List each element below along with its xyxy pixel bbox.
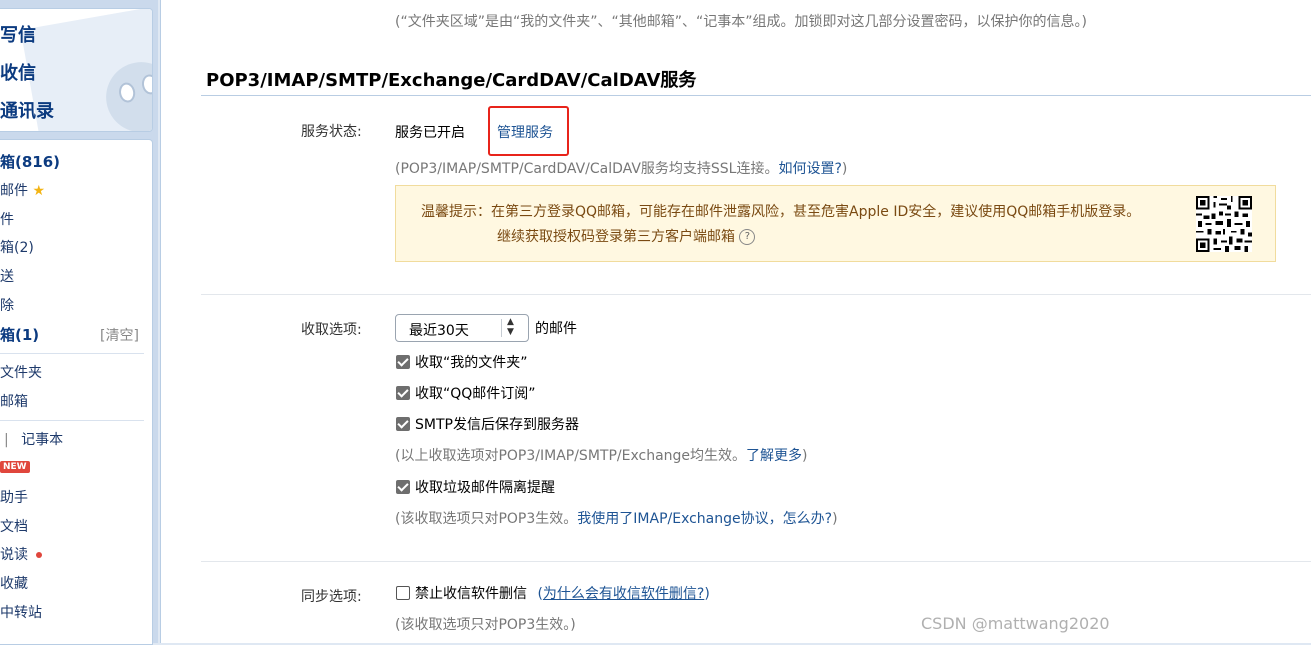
spam-reminder-checkbox[interactable] xyxy=(396,480,410,494)
qr-code-icon xyxy=(1196,196,1252,252)
folder-trash[interactable]: 箱(1) xyxy=(0,324,39,345)
folder-docs[interactable]: 文档 xyxy=(0,516,28,536)
penguin-eye xyxy=(140,73,152,96)
service-status-value: 服务已开启 xyxy=(395,125,465,141)
penguin-face xyxy=(100,56,152,131)
penguin-eye xyxy=(117,81,137,104)
new-badge: NEW xyxy=(0,461,30,473)
folder-deleted[interactable]: 除 xyxy=(0,295,14,315)
no-delete-option-label[interactable]: 禁止收信软件删信 xyxy=(415,586,527,602)
folder-transfer[interactable]: 中转站 xyxy=(0,602,42,622)
subscriptions-checkbox[interactable] xyxy=(396,386,410,400)
folder-sent[interactable]: 送 xyxy=(0,266,14,286)
tip-line-2-row: 继续获取授权码登录第三方客户端邮箱 ? xyxy=(421,225,1140,250)
compose-link[interactable]: 写信 xyxy=(0,21,36,47)
receive-link[interactable]: 收信 xyxy=(0,59,36,85)
folder-inbox[interactable]: 箱(816) xyxy=(0,151,60,172)
no-delete-option: 禁止收信软件删信 (为什么会有收信软件删信?) xyxy=(415,583,710,603)
folder-assistant[interactable]: 助手 xyxy=(0,487,28,507)
smtp-save-option-label[interactable]: SMTP发信后保存到服务器 xyxy=(415,414,579,434)
imap-exchange-help-link[interactable]: 我使用了IMAP/Exchange协议，怎么办? xyxy=(577,511,832,527)
ssl-note-text: (POP3/IMAP/SMTP/CardDAV/CalDAV服务均支持SSL连接… xyxy=(395,161,779,177)
separator: | xyxy=(4,432,9,448)
why-delete-link[interactable]: 为什么会有收信软件删信? xyxy=(543,586,704,602)
left-sidebar: 写信 收信 通讯录 箱(816) 邮件 ★ 件 箱(2) 送 除 箱(1) [清… xyxy=(0,0,158,645)
why-delete-link-close: ) xyxy=(704,586,710,602)
sync-options-label: 同步选项: xyxy=(301,589,362,605)
learn-more-link[interactable]: 了解更多 xyxy=(746,448,802,464)
folder-reading[interactable]: 说读 xyxy=(0,544,42,564)
folder-reading-label: 说读 xyxy=(0,547,28,563)
receive-options-note: (以上收取选项对POP3/IMAP/SMTP/Exchange均生效。了解更多) xyxy=(395,445,808,465)
notification-dot-icon xyxy=(36,552,42,558)
no-delete-checkbox[interactable] xyxy=(396,586,410,600)
csdn-watermark: CSDN @mattwang2020 xyxy=(921,614,1110,633)
section-divider xyxy=(201,561,1311,562)
receive-range-value: 最近30天 xyxy=(409,323,469,339)
smtp-save-checkbox[interactable] xyxy=(396,417,410,431)
ssl-note-close: ) xyxy=(841,161,848,177)
sync-option-note: (该收取选项只对POP3生效。) xyxy=(395,617,576,633)
my-folders-checkbox[interactable] xyxy=(396,355,410,369)
help-icon[interactable]: ? xyxy=(739,229,756,245)
select-divider xyxy=(501,319,502,337)
title-divider xyxy=(201,95,1311,96)
spam-note-close: ) xyxy=(832,511,838,527)
service-status-label: 服务状态: xyxy=(301,124,362,140)
how-to-setup-link[interactable]: 如何设置? xyxy=(778,161,841,177)
tip-line-1: 温馨提示：在第三方登录QQ邮箱，可能存在邮件泄露风险，甚至危害Apple ID安… xyxy=(421,204,1141,220)
notepad-row: | 记事本 xyxy=(0,429,63,449)
clear-trash-link[interactable]: [清空] xyxy=(100,325,139,345)
tip-text: 温馨提示：在第三方登录QQ邮箱，可能存在邮件泄露风险，甚至危害Apple ID安… xyxy=(421,200,1140,250)
divider xyxy=(0,353,144,354)
notepad-link[interactable]: 记事本 xyxy=(21,432,63,448)
section-divider xyxy=(201,294,1311,295)
receive-note-close: ) xyxy=(802,448,808,464)
folder-my-folders[interactable]: 文件夹 xyxy=(0,362,42,382)
star-icon: ★ xyxy=(32,183,46,199)
folder-starred[interactable]: 邮件 ★ xyxy=(0,180,45,200)
receive-options-label: 收取选项: xyxy=(301,322,362,338)
ssl-note: (POP3/IMAP/SMTP/CardDAV/CalDAV服务均支持SSL连接… xyxy=(395,158,847,178)
receive-range-select[interactable]: 最近30天 ▲ ▼ xyxy=(395,314,529,342)
divider xyxy=(0,420,144,421)
folder-group[interactable]: 件 xyxy=(0,209,14,229)
manage-service-link[interactable]: 管理服务 xyxy=(497,122,553,142)
quick-actions-panel: 写信 收信 通讯录 xyxy=(0,8,153,132)
new-item-row[interactable]: NEW xyxy=(0,459,30,475)
spam-note-text: (该收取选项只对POP3生效。 xyxy=(395,511,578,527)
receive-note-text: (以上收取选项对POP3/IMAP/SMTP/Exchange均生效。 xyxy=(395,448,747,464)
folder-list: 箱(816) 邮件 ★ 件 箱(2) 送 除 箱(1) [清空] 文件夹 邮箱 … xyxy=(0,139,153,645)
receive-range-suffix: 的邮件 xyxy=(535,321,577,337)
section-title: POP3/IMAP/SMTP/Exchange/CardDAV/CalDAV服务 xyxy=(206,70,697,91)
folder-lock-note: (“文件夹区域”是由“我的文件夹”、“其他邮箱”、“记事本”组成。加锁即对这几部… xyxy=(395,14,1087,30)
spam-option-note: (该收取选项只对POP3生效。我使用了IMAP/Exchange协议，怎么办?) xyxy=(395,508,838,528)
folder-starred-label: 邮件 xyxy=(0,183,28,199)
folder-drafts[interactable]: 箱(2) xyxy=(0,237,34,257)
settings-main: (“文件夹区域”是由“我的文件夹”、“其他邮箱”、“记事本”组成。加锁即对这几部… xyxy=(160,0,1311,643)
select-arrows-icon: ▲ ▼ xyxy=(507,317,514,337)
folder-other-mail[interactable]: 邮箱 xyxy=(0,391,28,411)
spam-reminder-option-label[interactable]: 收取垃圾邮件隔离提醒 xyxy=(415,477,555,497)
my-folders-option-label[interactable]: 收取“我的文件夹” xyxy=(415,352,528,372)
contacts-link[interactable]: 通讯录 xyxy=(0,97,54,123)
tip-line-2[interactable]: 继续获取授权码登录第三方客户端邮箱 xyxy=(497,229,735,245)
warning-tip-box: 温馨提示：在第三方登录QQ邮箱，可能存在邮件泄露风险，甚至危害Apple ID安… xyxy=(395,185,1276,262)
folder-favorites[interactable]: 收藏 xyxy=(0,573,28,593)
subscriptions-option-label[interactable]: 收取“QQ邮件订阅” xyxy=(415,383,536,403)
